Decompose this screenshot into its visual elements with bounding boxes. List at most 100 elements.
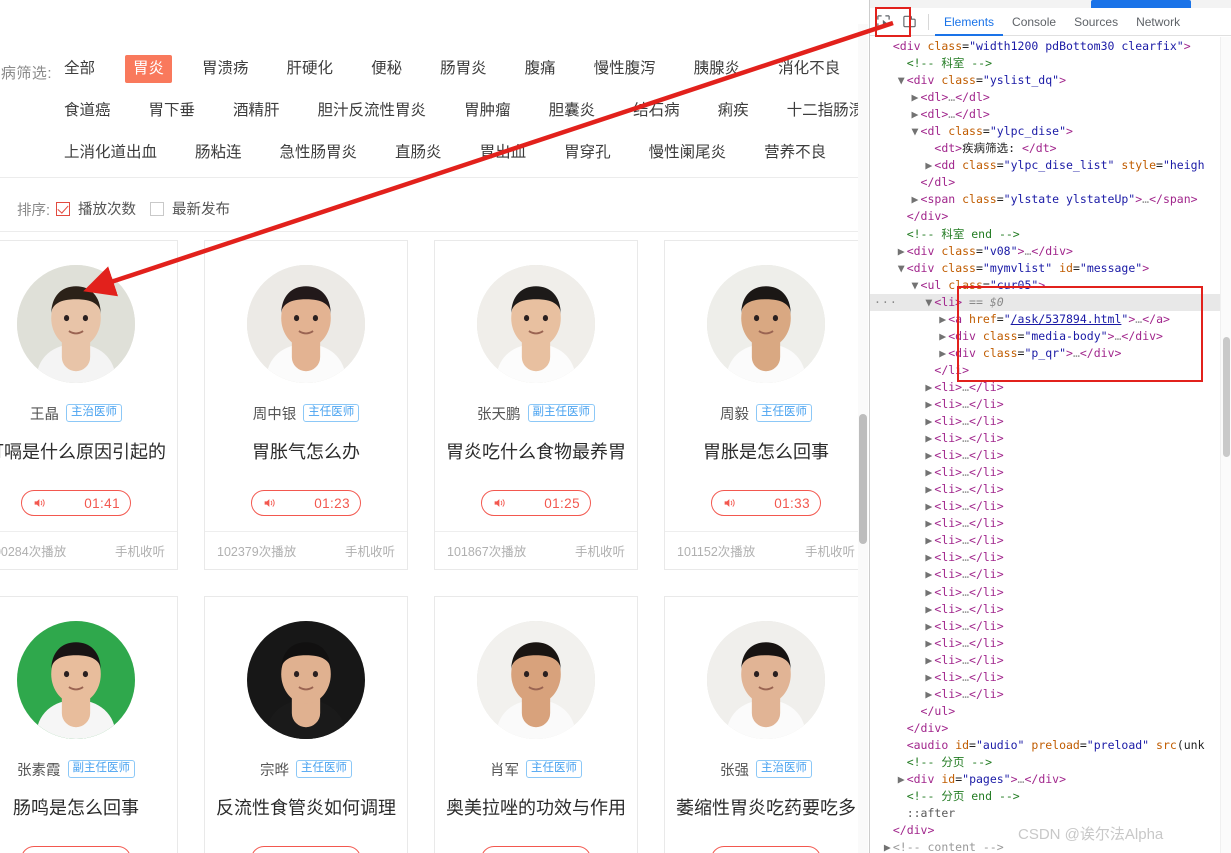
inspect-element-icon[interactable] <box>870 10 896 34</box>
video-title[interactable]: 打嗝是什么原因引起的 <box>0 440 167 464</box>
disease-filter-item[interactable]: 胃出血 <box>472 139 535 167</box>
dom-node-line[interactable]: </ul> <box>870 703 1230 720</box>
dom-node-line[interactable]: ▶ <div class="p_qr">…</div> <box>870 345 1230 362</box>
dom-node-line[interactable]: ▶ <li>…</li> <box>870 652 1230 669</box>
disease-filter-item[interactable]: 直肠炎 <box>387 139 450 167</box>
disclosure-triangle-icon[interactable]: ▶ <box>912 191 921 208</box>
video-title[interactable]: 肠鸣是怎么回事 <box>0 796 167 820</box>
devtools-tab-elements[interactable]: Elements <box>935 9 1004 36</box>
sort-option[interactable]: 播放次数 <box>56 198 136 219</box>
disclosure-triangle-icon[interactable]: ▶ <box>898 771 907 788</box>
dom-node-line[interactable]: </li> <box>870 362 1230 379</box>
play-audio-button[interactable]: 01:52 <box>21 846 131 853</box>
dom-tree[interactable]: <div class="width1200 pdBottom30 clearfi… <box>870 37 1230 853</box>
dom-node-line[interactable]: ▶ <li>…</li> <box>870 566 1230 583</box>
disclosure-triangle-icon[interactable]: ▶ <box>898 243 907 260</box>
disease-filter-item[interactable]: 胰腺炎 <box>686 55 749 83</box>
video-title[interactable]: 胃炎吃什么食物最养胃 <box>445 440 627 464</box>
disclosure-triangle-icon[interactable] <box>912 703 921 720</box>
dom-node-line[interactable]: </div> <box>870 720 1230 737</box>
disease-filter-item[interactable]: 肠粘连 <box>187 139 250 167</box>
dom-node-line[interactable]: <!-- 科室 --> <box>870 55 1230 72</box>
dom-node-line[interactable]: ▶ <li>…</li> <box>870 549 1230 566</box>
disclosure-triangle-icon[interactable] <box>898 720 907 737</box>
video-title[interactable]: 反流性食管炎如何调理 <box>215 796 397 820</box>
disclosure-triangle-icon[interactable] <box>898 805 907 822</box>
disclosure-triangle-icon[interactable]: ▼ <box>898 260 907 277</box>
video-title[interactable]: 胃胀是怎么回事 <box>675 440 857 464</box>
play-audio-button[interactable]: 01:23 <box>251 490 361 516</box>
dom-node-line[interactable]: ▶ <li>…</li> <box>870 379 1230 396</box>
disease-filter-item[interactable]: 胆汁反流性胃炎 <box>310 97 435 125</box>
sort-option[interactable]: 最新发布 <box>150 198 230 219</box>
disease-filter-item[interactable]: 慢性腹泻 <box>586 55 664 83</box>
disease-filter-item[interactable]: 急性肠胃炎 <box>272 139 366 167</box>
disease-filter-item[interactable]: 胆囊炎 <box>541 97 604 125</box>
dom-node-line[interactable]: <dt>疾病筛选: </dt> <box>870 140 1230 157</box>
dom-node-line[interactable]: <!-- 分页 end --> <box>870 788 1230 805</box>
dom-node-line[interactable]: ▼ <div class="mymvlist" id="message"> <box>870 260 1230 277</box>
disclosure-triangle-icon[interactable]: ▶ <box>939 311 948 328</box>
mobile-listen-link[interactable]: 手机收听 <box>115 541 165 560</box>
dom-node-selected[interactable]: ··· ▼ <li> == $0 <box>870 293 1230 311</box>
disease-filter-item[interactable]: 慢性阑尾炎 <box>641 139 735 167</box>
dom-node-line[interactable]: ▶ <li>…</li> <box>870 635 1230 652</box>
disease-filter-item[interactable]: 胃肿瘤 <box>456 97 519 125</box>
disclosure-triangle-icon[interactable] <box>912 174 921 191</box>
disclosure-triangle-icon[interactable] <box>898 788 907 805</box>
disclosure-triangle-icon[interactable] <box>884 822 893 839</box>
dom-node-line[interactable]: ▶ <div class="media-body">…</div> <box>870 328 1230 345</box>
doctor-video-card[interactable]: 张素霞副主任医师肠鸣是怎么回事 01:52 <box>0 596 178 853</box>
dom-node-line[interactable]: ▶ <li>…</li> <box>870 584 1230 601</box>
page-scrollbar-thumb[interactable] <box>859 414 867 544</box>
disease-filter-item[interactable]: 食道癌 <box>56 97 119 125</box>
dom-node-line[interactable]: ▶ <a href="/ask/537894.html">…</a> <box>870 311 1230 328</box>
dom-node-line[interactable]: ▼ <dl class="ylpc_dise"> <box>870 123 1230 140</box>
dom-node-line[interactable]: </div> <box>870 208 1230 225</box>
disclosure-triangle-icon[interactable] <box>898 754 907 771</box>
play-audio-button[interactable]: 01:16 <box>711 846 821 853</box>
disclosure-triangle-icon[interactable] <box>898 226 907 243</box>
dom-node-line[interactable]: ▶ <li>…</li> <box>870 532 1230 549</box>
dom-node-line[interactable]: ▶ <li>…</li> <box>870 413 1230 430</box>
disclosure-triangle-icon[interactable] <box>898 208 907 225</box>
doctor-video-card[interactable]: 肖军主任医师奥美拉唑的功效与作用 01:24 <box>434 596 638 853</box>
disease-filter-item[interactable]: 上消化道出血 <box>56 139 165 167</box>
mobile-listen-link[interactable]: 手机收听 <box>575 541 625 560</box>
disclosure-triangle-icon[interactable] <box>898 55 907 72</box>
disease-filter-item[interactable]: 全部 <box>56 55 103 83</box>
dom-node-line[interactable]: ▶ <dd class="ylpc_dise_list" style="heigh <box>870 157 1230 174</box>
disease-filter-item[interactable]: 胃穿孔 <box>556 139 619 167</box>
dom-node-line[interactable]: ▶ <dl>…</dl> <box>870 89 1230 106</box>
dom-node-line[interactable]: ▶ <li>…</li> <box>870 464 1230 481</box>
checkbox-icon[interactable] <box>56 201 70 216</box>
dom-node-line[interactable]: ▼ <div class="yslist_dq"> <box>870 72 1230 89</box>
doctor-video-card[interactable]: 周毅 主任医师 胃胀是怎么回事 01:33 101152次播放 手机收听 <box>664 240 868 570</box>
dom-node-line[interactable]: ::after <box>870 805 1230 822</box>
video-title[interactable]: 萎缩性胃炎吃药要吃多 <box>675 796 857 820</box>
dom-node-line[interactable]: ▶ <li>…</li> <box>870 669 1230 686</box>
checkbox-icon[interactable] <box>150 201 164 216</box>
devtools-tab-console[interactable]: Console <box>1003 9 1065 36</box>
doctor-video-card[interactable]: 周中银 主任医师 胃胀气怎么办 01:23 102379次播放 手机收听 <box>204 240 408 570</box>
disclosure-triangle-icon[interactable]: ▶ <box>912 106 921 123</box>
play-audio-button[interactable]: 01:25 <box>481 490 591 516</box>
dom-node-line[interactable]: </dl> <box>870 174 1230 191</box>
doctor-video-card[interactable]: 张天鹏 副主任医师 胃炎吃什么食物最养胃 01:25 101867次播放 手机收听 <box>434 240 638 570</box>
disease-filter-item[interactable]: 营养不良 <box>756 139 834 167</box>
dom-node-line[interactable]: ▶ <li>…</li> <box>870 396 1230 413</box>
disclosure-triangle-icon[interactable]: ▶ <box>939 328 948 345</box>
dom-node-line[interactable]: ▶ <li>…</li> <box>870 481 1230 498</box>
disclosure-triangle-icon[interactable]: ▼ <box>898 72 907 89</box>
video-title[interactable]: 胃胀气怎么办 <box>215 440 397 464</box>
dom-node-line[interactable]: ▶ <li>…</li> <box>870 498 1230 515</box>
disease-filter-item[interactable]: 胃溃疡 <box>194 55 257 83</box>
dom-node-line[interactable]: ▶ <li>…</li> <box>870 447 1230 464</box>
video-title[interactable]: 奥美拉唑的功效与作用 <box>445 796 627 820</box>
dom-node-line[interactable]: ▶ <div class="v08">…</div> <box>870 243 1230 260</box>
dom-node-line[interactable]: ▶ <li>…</li> <box>870 686 1230 703</box>
dom-node-line[interactable]: <div class="width1200 pdBottom30 clearfi… <box>870 38 1230 55</box>
mobile-listen-link[interactable]: 手机收听 <box>345 541 395 560</box>
disclosure-triangle-icon[interactable] <box>898 737 907 754</box>
device-toolbar-icon[interactable] <box>896 10 922 34</box>
